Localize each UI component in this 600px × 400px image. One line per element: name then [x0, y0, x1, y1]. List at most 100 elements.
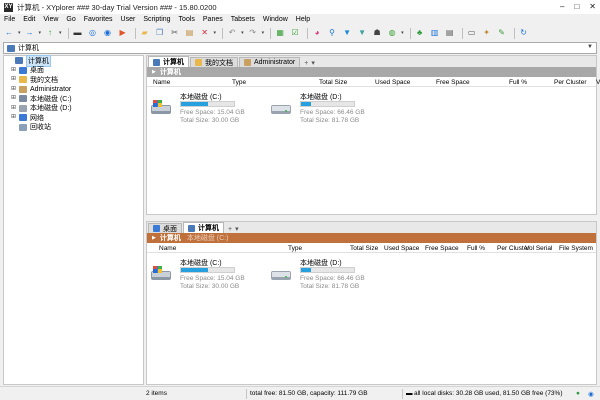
cut-icon[interactable]: ✂: [169, 27, 181, 39]
tree-item[interactable]: ⊞ 本地磁盘 (D:): [4, 104, 143, 114]
drive-item[interactable]: 本地磁盘 (C:) Free Space: 15.04 GB Total Size:…: [150, 258, 265, 292]
expand-icon[interactable]: ⊞: [10, 67, 17, 74]
tools-icon[interactable]: ✦: [481, 27, 493, 39]
tab[interactable]: 我的文档: [190, 57, 238, 67]
menu-scripting[interactable]: Scripting: [143, 16, 170, 23]
column-header[interactable]: Vol: [596, 79, 600, 86]
pane1-breadcrumb[interactable]: ▶ 计算机: [147, 67, 596, 77]
delete-icon[interactable]: ✕: [199, 27, 211, 39]
drive-item[interactable]: 本地磁盘 (D:) Free Space: 66.46 GB Total Size:…: [270, 258, 385, 292]
address-input[interactable]: 计算机: [18, 43, 39, 53]
pane2-breadcrumb[interactable]: ▶ 计算机 本地磁盘 (C:): [147, 233, 596, 243]
menu-help[interactable]: Help: [296, 16, 310, 23]
dropdown-caret-icon[interactable]: ▾: [39, 30, 42, 36]
column-header[interactable]: Free Space: [436, 79, 470, 86]
menu-view[interactable]: View: [43, 16, 58, 23]
menu-user[interactable]: User: [121, 16, 136, 23]
pie-icon[interactable]: ◕: [311, 27, 323, 39]
drive-item[interactable]: 本地磁盘 (C:) Free Space: 15.04 GB Total Size:…: [150, 92, 265, 126]
checkbox-icon[interactable]: ☑: [289, 27, 301, 39]
menu-tabsets[interactable]: Tabsets: [231, 16, 255, 23]
brush-icon[interactable]: ✎: [496, 27, 508, 39]
undo-icon[interactable]: ↶: [226, 27, 238, 39]
new-tab-button[interactable]: +: [228, 226, 232, 233]
column-header[interactable]: Used Space: [384, 245, 419, 252]
tree-item[interactable]: ⊞ 网络: [4, 113, 143, 123]
tree-item[interactable]: 计算机: [4, 54, 143, 67]
up-icon[interactable]: ↑: [44, 27, 56, 39]
minimize-button[interactable]: –: [560, 2, 564, 11]
forward-icon[interactable]: →: [24, 27, 36, 39]
dual-pane-icon[interactable]: ▭: [466, 27, 478, 39]
dropdown-caret-icon[interactable]: ▾: [59, 30, 62, 36]
filter-color-icon[interactable]: ▼: [356, 27, 368, 39]
menu-favorites[interactable]: Favorites: [84, 16, 113, 23]
tree-item[interactable]: ⊞ Administrator: [4, 85, 143, 95]
expand-icon[interactable]: [6, 57, 13, 64]
maximize-button[interactable]: □: [574, 2, 579, 11]
new-tab-button[interactable]: +: [304, 60, 308, 67]
tab[interactable]: 计算机: [148, 56, 189, 67]
tab[interactable]: 计算机: [183, 222, 224, 233]
tab[interactable]: 桌面: [148, 223, 182, 233]
paste-icon[interactable]: ▤: [184, 27, 196, 39]
tab-menu-button[interactable]: ▾: [235, 225, 239, 233]
expand-icon[interactable]: ⊞: [10, 76, 17, 83]
tree-icon[interactable]: ♣: [414, 27, 426, 39]
tab[interactable]: Administrator: [239, 57, 301, 67]
column-header[interactable]: Type: [232, 79, 246, 86]
menu-go[interactable]: Go: [66, 16, 75, 23]
dropdown-caret-icon[interactable]: ▾: [401, 30, 404, 36]
close-button[interactable]: ✕: [589, 2, 596, 11]
sync-icon[interactable]: ↻: [518, 27, 530, 39]
play-icon[interactable]: ▶: [117, 27, 129, 39]
dropdown-caret-icon[interactable]: ▾: [18, 30, 21, 36]
search-icon[interactable]: ⚲: [326, 27, 338, 39]
layout-icon[interactable]: ▥: [429, 27, 441, 39]
breadcrumb-label[interactable]: 计算机: [160, 233, 181, 243]
redo-icon[interactable]: ↷: [247, 27, 259, 39]
select-icon[interactable]: ▦: [274, 27, 286, 39]
drive-item[interactable]: 本地磁盘 (D:) Free Space: 66.46 GB Total Size:…: [270, 92, 385, 126]
tree-item[interactable]: ⊞ 本地磁盘 (C:): [4, 94, 143, 104]
back-icon[interactable]: ←: [3, 27, 15, 39]
dropdown-caret-icon[interactable]: ▾: [214, 30, 217, 36]
column-header[interactable]: Free Space: [425, 245, 459, 252]
menu-file[interactable]: File: [4, 16, 15, 23]
panes-icon[interactable]: ▤: [444, 27, 456, 39]
ghost-icon[interactable]: ☗: [371, 27, 383, 39]
address-bar[interactable]: 计算机 ▼: [3, 42, 597, 54]
tree-item[interactable]: 回收站: [4, 123, 143, 133]
dropdown-caret-icon[interactable]: ▾: [262, 30, 265, 36]
dropdown-caret-icon[interactable]: ▾: [241, 30, 244, 36]
column-header[interactable]: Vol Serial: [525, 245, 552, 252]
expand-icon[interactable]: ⊞: [10, 95, 17, 102]
menu-panes[interactable]: Panes: [203, 16, 223, 23]
breadcrumb-label[interactable]: 计算机: [160, 67, 181, 77]
target-icon[interactable]: ◎: [87, 27, 99, 39]
column-header[interactable]: Total Size: [319, 79, 347, 86]
breadcrumb-sub[interactable]: 本地磁盘 (C:): [187, 233, 229, 243]
folder-icon[interactable]: ▰: [139, 27, 151, 39]
expand-icon[interactable]: ⊞: [10, 105, 17, 112]
column-header[interactable]: Full %: [467, 245, 485, 252]
column-header[interactable]: File System: [559, 245, 593, 252]
column-header[interactable]: Per Cluster: [554, 79, 587, 86]
expand-icon[interactable]: ⊞: [10, 114, 17, 121]
zoom-icon[interactable]: ◉: [102, 27, 114, 39]
menu-tools[interactable]: Tools: [179, 16, 195, 23]
column-header[interactable]: Name: [153, 79, 170, 86]
column-header[interactable]: Full %: [509, 79, 527, 86]
address-dropdown-icon[interactable]: ▼: [587, 44, 593, 50]
column-header[interactable]: Used Space: [375, 79, 410, 86]
tree-item[interactable]: ⊞ 桌面: [4, 66, 143, 76]
expand-icon[interactable]: [10, 124, 17, 131]
column-header[interactable]: Total Size: [350, 245, 378, 252]
copy-icon[interactable]: ❐: [154, 27, 166, 39]
funnel-icon[interactable]: ◍: [386, 27, 398, 39]
tree-item[interactable]: ⊞ 我的文档: [4, 75, 143, 85]
tab-menu-button[interactable]: ▾: [311, 59, 315, 67]
menu-edit[interactable]: Edit: [23, 16, 35, 23]
filter-icon[interactable]: ▼: [341, 27, 353, 39]
expand-icon[interactable]: ⊞: [10, 86, 17, 93]
